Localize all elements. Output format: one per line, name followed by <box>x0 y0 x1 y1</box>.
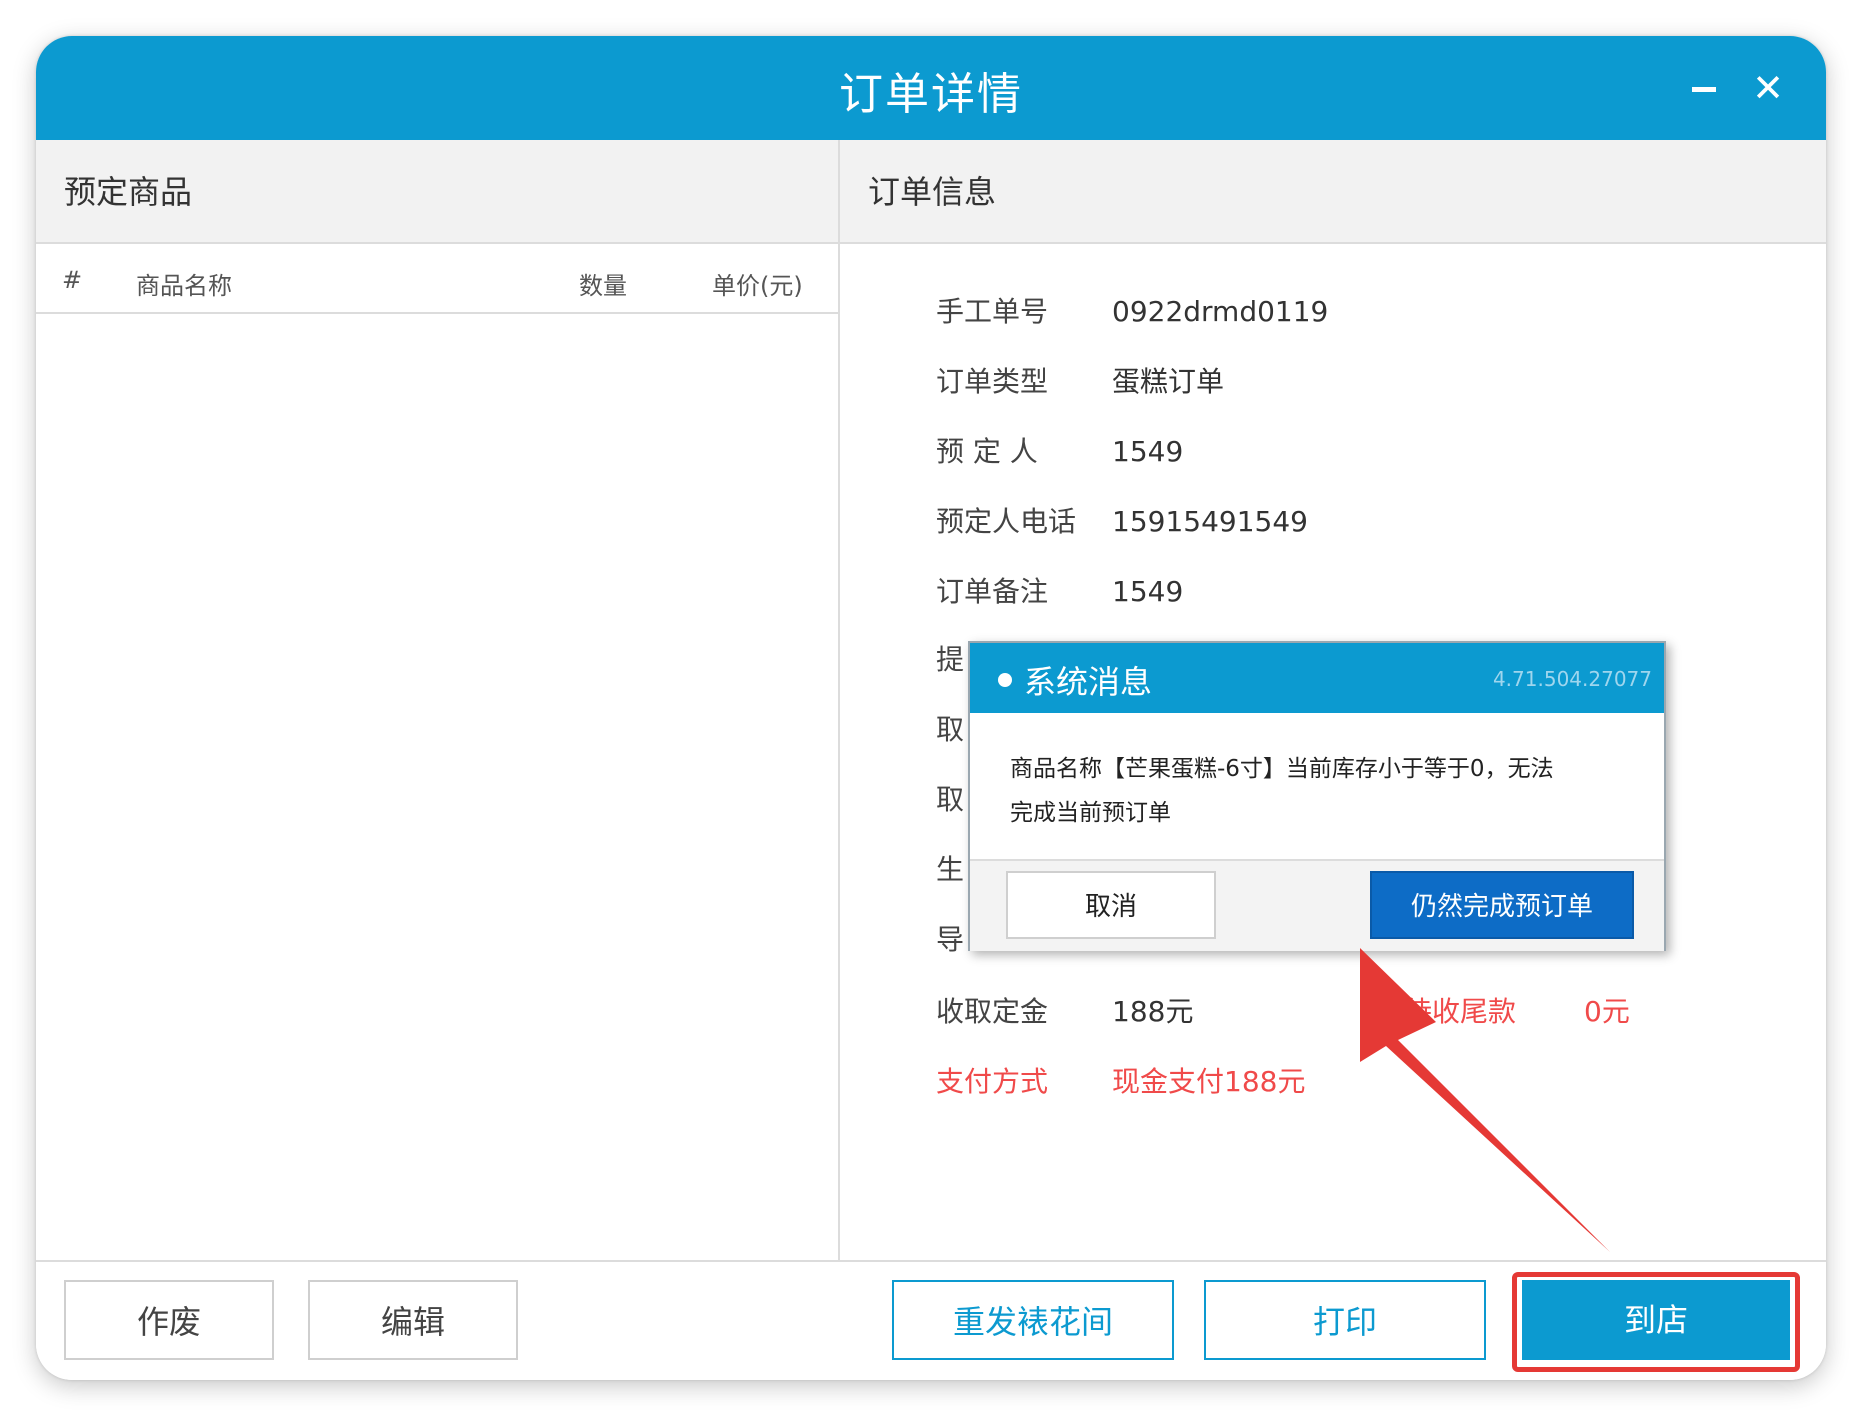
dialog-footer: 取消 仍然完成预订单 <box>970 859 1664 951</box>
print-button[interactable]: 打印 <box>1204 1280 1486 1360</box>
dialog-title: 系统消息 <box>1024 663 1153 701</box>
dialog-confirm-button[interactable]: 仍然完成预订单 <box>1370 871 1634 939</box>
info-row-order-type: 订单类型 蛋糕订单 <box>936 360 1224 400</box>
info-label: 支付方式 <box>936 1065 1049 1098</box>
window-title: 订单详情 <box>839 69 1023 120</box>
info-value: 15915491549 <box>1112 505 1308 538</box>
action-bar: 作废 编辑 重发裱花间 打印 到店 <box>36 1260 1826 1380</box>
dot-icon <box>998 673 1012 687</box>
balance-due-label: 待收尾款 <box>1404 995 1517 1028</box>
info-value: 1549 <box>1112 575 1184 608</box>
info-value: 现金支付188元 <box>1112 1065 1306 1098</box>
info-row-deposit: 收取定金 188元 <box>936 990 1193 1030</box>
resend-decoration-button[interactable]: 重发裱花间 <box>892 1280 1174 1360</box>
booked-goods-title: 预定商品 <box>36 140 838 244</box>
info-label: 手工单号 <box>936 295 1049 328</box>
info-value: 蛋糕订单 <box>1112 365 1225 398</box>
title-bar: 订单详情 ✕ <box>36 36 1826 140</box>
info-row-manual-number: 手工单号 0922drmd0119 <box>936 290 1328 330</box>
dialog-message-line-2: 完成当前预订单 <box>1010 800 1171 826</box>
order-info-title: 订单信息 <box>840 140 1826 244</box>
dialog-version: 4.71.504.27077 <box>1492 667 1652 691</box>
column-index: # <box>62 266 83 294</box>
info-label: 预 定 人 <box>936 435 1038 468</box>
column-quantity: 数量 <box>579 272 627 300</box>
edit-button[interactable]: 编辑 <box>308 1280 518 1360</box>
balance-due-value: 0元 <box>1584 995 1630 1028</box>
info-row-order-note: 订单备注 1549 <box>936 570 1183 610</box>
dialog-header: 系统消息 4.71.504.27077 <box>970 643 1664 713</box>
info-row-payment-method: 支付方式 现金支付188元 <box>936 1060 1305 1100</box>
info-value: 1549 <box>1112 435 1184 468</box>
info-row-booker-phone: 预定人电话 15915491549 <box>936 500 1308 540</box>
minimize-icon[interactable] <box>1686 66 1730 110</box>
info-value: 0922drmd0119 <box>1112 295 1329 328</box>
booked-goods-panel: 预定商品 # 商品名称 数量 单价(元) <box>36 140 840 1260</box>
void-button[interactable]: 作废 <box>64 1280 274 1360</box>
info-value: 188元 <box>1112 995 1194 1028</box>
close-icon[interactable]: ✕ <box>1746 66 1790 110</box>
info-label: 订单备注 <box>936 575 1049 608</box>
column-unit-price: 单价(元) <box>712 272 803 300</box>
dialog-message: 商品名称【芒果蛋糕-6寸】当前库存小于等于0，无法 完成当前预订单 <box>1010 747 1620 835</box>
column-name: 商品名称 <box>136 272 232 300</box>
info-row-booker: 预 定 人 1549 <box>936 430 1183 470</box>
goods-table-header: # 商品名称 数量 单价(元) <box>36 244 838 314</box>
highlight-box <box>1512 1272 1800 1372</box>
system-message-dialog: 系统消息 4.71.504.27077 商品名称【芒果蛋糕-6寸】当前库存小于等… <box>968 641 1666 951</box>
info-label: 订单类型 <box>936 365 1049 398</box>
dialog-message-line-1: 商品名称【芒果蛋糕-6寸】当前库存小于等于0，无法 <box>1010 756 1554 782</box>
info-label: 预定人电话 <box>936 505 1077 538</box>
dialog-cancel-button[interactable]: 取消 <box>1006 871 1216 939</box>
info-label: 收取定金 <box>936 995 1049 1028</box>
